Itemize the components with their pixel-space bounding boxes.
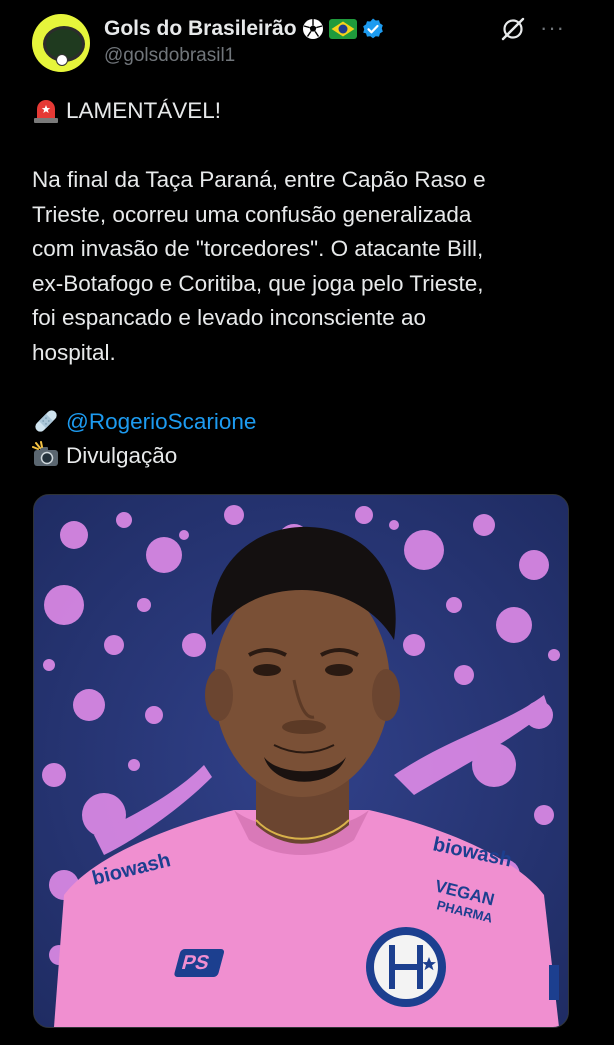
author-handle[interactable]: @golsdobrasil1 <box>104 45 235 67</box>
soccer-ball-icon <box>56 54 68 66</box>
shirt-maker-logo: PS <box>174 949 225 977</box>
body-line: com invasão de "torcedores". O atacante … <box>32 236 484 261</box>
credit-line: @RogerioScarione <box>32 405 582 440</box>
body-line: ex-Botafogo e Coritiba, que joga pelo Tr… <box>32 270 484 296</box>
player-photo: biowash biowash VEGAN PHARMA PS <box>34 495 568 1027</box>
tweet-media-image[interactable]: biowash biowash VEGAN PHARMA PS <box>33 494 569 1028</box>
more-options-icon[interactable]: ··· <box>540 17 565 39</box>
headline-line: LAMENTÁVEL! <box>32 94 582 129</box>
photo-credit-line: Divulgação <box>32 439 582 474</box>
verified-badge-icon[interactable] <box>361 17 385 41</box>
tweet-text: LAMENTÁVEL! Na final da Taça Paraná, ent… <box>32 94 582 474</box>
display-name[interactable]: Gols do Brasileirão <box>104 17 297 41</box>
photo-credit: Divulgação <box>66 443 178 468</box>
avatar[interactable] <box>32 14 90 72</box>
body-line: foi espancado e levado inconsciente ao <box>32 305 427 330</box>
soccer-ball-icon <box>302 19 323 39</box>
tweet-header: Gols do Brasileirão @golsdobrasil1 ··· <box>0 0 614 80</box>
bandage-icon <box>35 409 57 432</box>
credit-mention-link[interactable]: @RogerioScarione <box>66 409 256 434</box>
author-name-row[interactable]: Gols do Brasileirão <box>104 15 385 43</box>
camera-flash-icon <box>32 441 58 466</box>
body-line: Trieste, ocorreu uma confusão generaliza… <box>32 201 472 227</box>
brazil-flag-icon <box>328 19 357 39</box>
body-line: hospital. <box>32 339 116 365</box>
grok-icon[interactable] <box>500 16 526 42</box>
headline: LAMENTÁVEL! <box>66 98 222 123</box>
siren-icon <box>34 100 58 123</box>
club-crest-icon <box>366 927 446 1007</box>
body-line: Na final da Taça Paraná, entre Capão Ras… <box>32 167 486 192</box>
